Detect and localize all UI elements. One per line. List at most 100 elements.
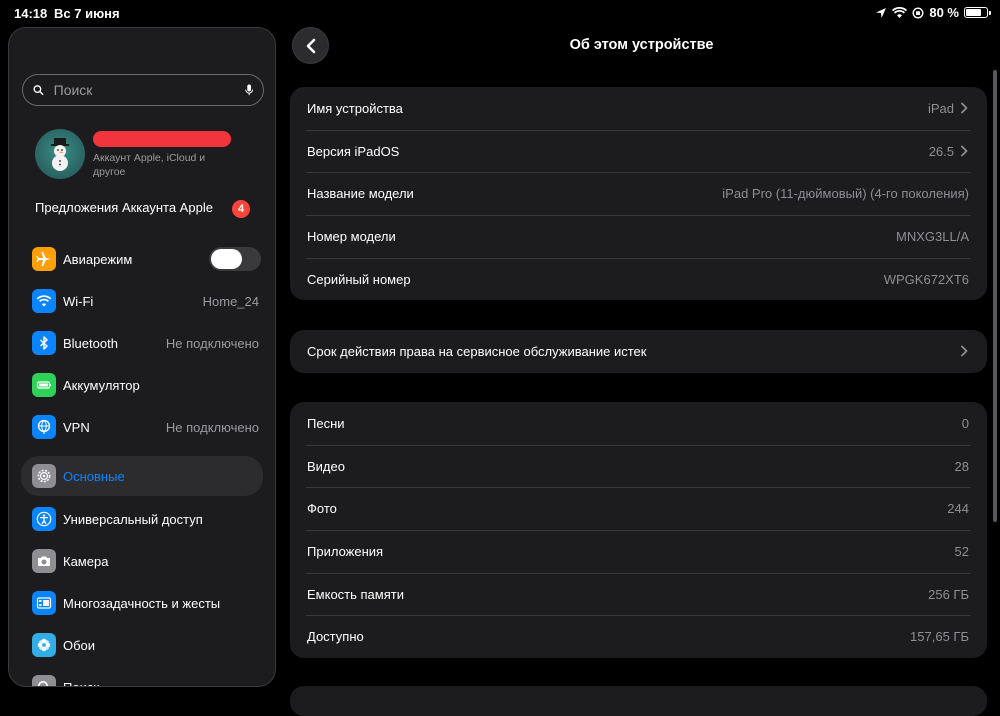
status-date: Вс 7 июня	[54, 6, 120, 21]
sidebar-item-label: Авиарежим	[63, 251, 133, 267]
settings-row: Название модели iPad Pro (11-дюймовый) (4…	[290, 172, 987, 215]
accessibility-icon	[32, 507, 56, 531]
row-label: Версия iPadOS	[307, 143, 400, 159]
profile-subtitle: Аккаунт Apple, iCloud и другое	[93, 152, 206, 178]
globe-icon	[32, 415, 56, 439]
row-label: Серийный номер	[307, 271, 411, 287]
row-value: 52	[954, 544, 969, 560]
sidebar-item-value: Не подключено	[165, 335, 259, 351]
sidebar-item[interactable]: Основные	[21, 456, 263, 496]
settings-row[interactable]: Имя устройства iPad	[290, 87, 987, 130]
device-info-group: Имя устройства iPad Версия iPadOS 26.5 Назва…	[290, 87, 987, 301]
settings-row: Видео 28	[290, 444, 987, 488]
sidebar-item[interactable]: VPN Не подключено	[21, 409, 265, 445]
sidebar-item-label: Аккумулятор	[63, 377, 140, 393]
sidebar-item-label: Обои	[63, 637, 96, 653]
gear-icon	[32, 464, 56, 488]
media-stats-group: Песни 0 Видео 28 Фото 244 Приложения 52 Емкость …	[290, 402, 987, 659]
airplane-icon	[32, 247, 56, 271]
sidebar-item[interactable]: Обои	[21, 627, 265, 663]
battery-status-icon	[964, 7, 991, 18]
bluetooth-icon	[32, 331, 56, 355]
settings-row: Песни 0	[290, 402, 987, 445]
sidebar-item-label: Универсальный доступ	[63, 511, 203, 527]
row-value: 256 ГБ	[928, 586, 969, 602]
snowman-icon	[51, 138, 69, 171]
row-label: Название модели	[307, 186, 414, 202]
status-bar: 14:18 Вс 7 июня 80 %	[0, 0, 1000, 28]
row-value: 157,65 ГБ	[910, 629, 969, 645]
next-group	[290, 686, 987, 716]
scrollbar[interactable]	[993, 70, 997, 522]
wifi-status-icon	[892, 6, 908, 18]
battery-percent: 80 %	[929, 5, 959, 20]
airplane-mode-toggle[interactable]	[209, 247, 261, 271]
sidebar-item-label: Многозадачность и жесты	[63, 595, 221, 611]
camera-icon	[32, 549, 56, 573]
page-title: Об этом устройстве	[569, 37, 714, 53]
location-icon	[876, 7, 887, 18]
row-label: Доступно	[307, 629, 364, 645]
row-label: Приложения	[307, 544, 384, 560]
row-value: 26.5	[928, 143, 954, 159]
battery-icon	[32, 373, 56, 397]
sidebar-item[interactable]: Универсальный доступ	[21, 501, 265, 537]
settings-sidebar: ████████████ Аккаунт Apple, iCloud и дру…	[8, 27, 276, 687]
back-button[interactable]	[292, 27, 329, 64]
sidebar-item-value: Не подключено	[165, 419, 259, 435]
sidebar-item[interactable]: Аккумулятор	[21, 367, 265, 403]
sidebar-item-label: Поиск	[63, 679, 100, 687]
sidebar-item[interactable]: Камера	[21, 543, 265, 579]
multitasking-icon	[32, 591, 56, 615]
settings-row: Доступно 157,65 ГБ	[290, 615, 987, 658]
chevron-right-icon	[961, 102, 968, 114]
status-indicators: 80 %	[875, 5, 991, 20]
search-field[interactable]	[22, 74, 264, 106]
settings-row: Емкость памяти 256 ГБ	[290, 572, 987, 616]
sidebar-item[interactable]: Авиарежим	[21, 241, 265, 277]
wallpaper-icon	[32, 633, 56, 657]
row-value: 244	[947, 501, 969, 517]
status-time: 14:18	[14, 6, 48, 21]
sidebar-item[interactable]: Bluetooth Не подключено	[21, 325, 265, 361]
row-label: Песни	[307, 416, 345, 431]
search-icon	[33, 85, 44, 96]
chevron-right-icon	[961, 345, 968, 357]
row-value: MNXG3LL/A	[896, 229, 969, 245]
row-label: Фото	[307, 501, 337, 517]
row-value: WPGK672XT6	[883, 271, 969, 287]
sidebar-item[interactable]: Поиск	[21, 669, 265, 687]
row-label: Видео	[307, 458, 345, 474]
settings-row: Фото 244	[290, 487, 987, 530]
settings-row: Серийный номер WPGK672XT6	[290, 257, 987, 301]
chevron-right-icon	[961, 145, 968, 157]
sidebar-item-label: Wi-Fi	[63, 293, 94, 309]
row-label: Номер модели	[307, 229, 396, 245]
search-icon	[32, 675, 56, 686]
sidebar-item[interactable]: Многозадачность и жесты	[21, 585, 265, 621]
sidebar-item[interactable]: Wi-Fi Home_24	[21, 283, 265, 319]
wifi-icon	[32, 289, 56, 313]
row-label: Емкость памяти	[307, 586, 404, 602]
chevron-left-icon	[306, 38, 315, 53]
sidebar-item-value: Home_24	[202, 293, 259, 309]
row-label: Срок действия права на сервисное обслужи…	[307, 344, 647, 359]
apple-account-profile[interactable]: ████████████ Аккаунт Apple, iCloud и дру…	[35, 129, 265, 183]
sidebar-item-label: Камера	[63, 553, 109, 569]
row-value: 0	[961, 416, 969, 431]
profile-name-redacted: ████████████	[93, 131, 231, 147]
sidebar-item-label: Bluetooth	[63, 335, 118, 351]
settings-row[interactable]: Версия iPadOS 26.5	[290, 129, 987, 173]
settings-row: Номер модели MNXG3LL/A	[290, 215, 987, 258]
orientation-lock-icon	[912, 6, 924, 19]
search-input[interactable]	[51, 81, 237, 99]
sidebar-item-label: Основные	[63, 468, 125, 484]
microphone-icon[interactable]	[244, 82, 253, 98]
row-value: 28	[954, 458, 969, 474]
row-label: Имя устройства	[307, 101, 403, 116]
settings-row: Приложения 52	[290, 530, 987, 573]
service-coverage-group: Срок действия права на сервисное обслужи…	[290, 330, 987, 373]
settings-row[interactable]: Срок действия права на сервисное обслужи…	[290, 330, 987, 373]
row-value: iPad Pro (11-дюймовый) (4-го поколения)	[722, 186, 969, 202]
apple-account-offers[interactable]: Предложения Аккаунта Apple	[35, 200, 213, 215]
